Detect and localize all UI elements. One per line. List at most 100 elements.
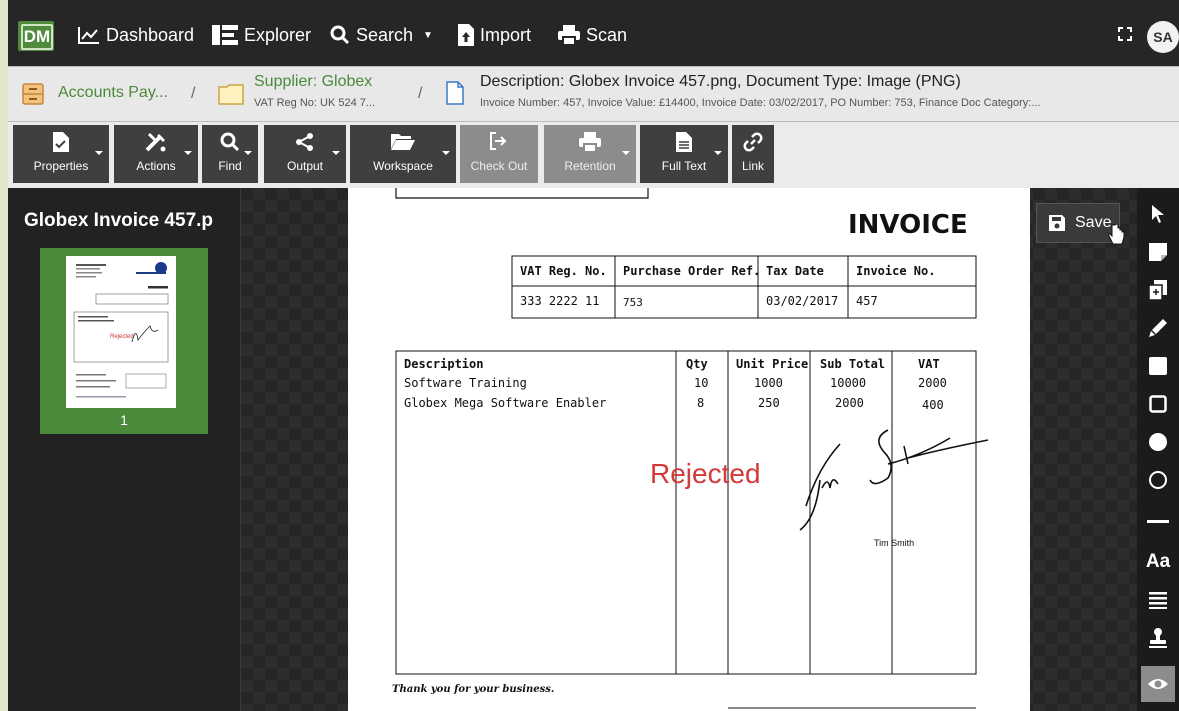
visibility-toggle[interactable] — [1141, 666, 1175, 702]
text-tool[interactable]: Aa — [1141, 544, 1175, 580]
chevron-down-icon — [332, 151, 340, 155]
rectangle-icon — [1149, 395, 1167, 413]
chevron-down-icon — [95, 151, 103, 155]
stamp-icon — [1149, 628, 1167, 648]
item-row-1-sub-total: 10000 — [830, 376, 867, 390]
nav-explorer-label: Explorer — [244, 24, 312, 45]
text-icon: Aa — [1145, 551, 1171, 572]
user-avatar[interactable]: SA — [1147, 21, 1179, 53]
find-label: Find — [218, 159, 242, 173]
check-out-label: Check Out — [470, 159, 528, 173]
item-row-2-qty: 8 — [697, 396, 705, 410]
tools-icon — [145, 132, 166, 152]
chevron-down-icon — [184, 151, 192, 155]
link-button[interactable]: Link — [732, 125, 774, 183]
line-icon — [1147, 520, 1169, 523]
actions-button[interactable]: Actions — [114, 125, 198, 183]
printer-icon — [558, 25, 580, 45]
app-window: DM Dashboard Explorer Search ▼ Import Sc… — [8, 0, 1179, 711]
info-header-invoice-no: Invoice No. — [856, 264, 936, 278]
tree-icon — [212, 25, 238, 45]
info-value-invoice-no: 457 — [856, 294, 878, 308]
full-text-button[interactable]: Full Text — [640, 125, 728, 183]
highlighter-icon — [1149, 319, 1167, 337]
item-row-2-unit-price: 250 — [758, 396, 780, 410]
filled-circle-tool[interactable] — [1141, 424, 1175, 460]
breadcrumb-root[interactable]: Accounts Pay... — [58, 84, 168, 102]
item-header-description: Description — [404, 357, 484, 371]
circle-tool[interactable] — [1141, 462, 1175, 498]
select-tool[interactable] — [1141, 196, 1175, 232]
expand-icon[interactable] — [1118, 27, 1132, 41]
eye-icon — [1148, 679, 1168, 689]
item-header-sub-total: Sub Total — [820, 357, 886, 371]
upload-file-icon — [458, 24, 474, 46]
link-icon — [743, 132, 763, 152]
copy-icon — [1149, 280, 1167, 300]
breadcrumb-description-sub: Invoice Number: 457, Invoice Value: £144… — [480, 97, 1041, 109]
page-number: 1 — [120, 412, 128, 428]
cabinet-icon — [22, 83, 44, 105]
workspace-button[interactable]: Workspace — [350, 125, 456, 183]
find-button[interactable]: Find — [202, 125, 258, 183]
rectangle-tool[interactable] — [1141, 386, 1175, 422]
link-label: Link — [741, 159, 764, 173]
filled-circle-icon — [1149, 433, 1167, 451]
nav-import[interactable]: Import — [458, 24, 531, 46]
filled-rectangle-icon — [1149, 357, 1167, 375]
share-icon — [296, 133, 313, 151]
folder-icon — [218, 84, 244, 105]
document-toolbar: Properties Actions Find Output Workspace… — [8, 122, 1179, 188]
invoice-footer: Thank you for your business. — [392, 684, 555, 695]
filled-rectangle-tool[interactable] — [1141, 348, 1175, 384]
document-viewer[interactable]: INVOICE VAT Reg. No. Purchase Order Ref.… — [241, 188, 1137, 711]
highlighter-tool[interactable] — [1141, 310, 1175, 346]
info-header-tax-date: Tax Date — [766, 264, 824, 278]
annotation-tools: Aa — [1137, 188, 1179, 711]
save-button[interactable]: Save — [1036, 203, 1125, 245]
item-row-2-description: Globex Mega Software Enabler — [404, 396, 607, 410]
signatory-name: Tim Smith — [874, 538, 915, 548]
logo-text: DM — [21, 24, 53, 50]
nav-explorer[interactable]: Explorer — [212, 24, 311, 46]
workspace-label: Workspace — [373, 159, 433, 173]
retention-button[interactable]: Retention — [544, 125, 636, 183]
sign-out-icon — [490, 132, 507, 150]
circle-icon — [1149, 471, 1167, 489]
line-tool[interactable] — [1141, 504, 1175, 540]
file-text-icon — [676, 132, 692, 152]
nav-scan[interactable]: Scan — [558, 24, 627, 46]
document-title: Globex Invoice 457.p — [24, 210, 214, 231]
invoice-title: INVOICE — [848, 210, 968, 240]
info-value-po-ref: 753 — [623, 296, 643, 309]
rejected-stamp[interactable]: Rejected — [650, 458, 761, 490]
copy-tool[interactable] — [1141, 272, 1175, 308]
output-button[interactable]: Output — [264, 125, 346, 183]
save-label: Save — [1075, 214, 1112, 231]
sticky-note-tool[interactable] — [1141, 234, 1175, 270]
nav-dashboard[interactable]: Dashboard — [78, 24, 194, 46]
retention-label: Retention — [564, 159, 616, 173]
nav-dashboard-label: Dashboard — [106, 24, 195, 45]
svg-text:Rejected: Rejected — [110, 334, 134, 340]
item-row-1-vat: 2000 — [918, 376, 947, 390]
breadcrumb-supplier[interactable]: Supplier: Globex — [254, 73, 372, 91]
info-header-po-ref: Purchase Order Ref. — [623, 264, 761, 278]
app-logo[interactable]: DM — [18, 21, 54, 51]
stamp-tool[interactable] — [1141, 620, 1175, 656]
properties-button[interactable]: Properties — [13, 125, 109, 183]
breadcrumb-description[interactable]: Description: Globex Invoice 457.png, Doc… — [480, 73, 961, 91]
item-header-unit-price: Unit Price — [736, 357, 809, 371]
page-thumbnail[interactable]: Rejected 1 — [40, 248, 208, 434]
nav-scan-label: Scan — [586, 24, 628, 45]
info-value-tax-date: 03/02/2017 — [766, 294, 839, 308]
check-out-button[interactable]: Check Out — [460, 125, 538, 183]
pointer-icon — [1152, 205, 1164, 223]
paragraph-tool[interactable] — [1141, 582, 1175, 618]
full-text-label: Full Text — [661, 159, 707, 173]
nav-import-label: Import — [480, 24, 532, 45]
page-thumbnail-panel: Globex Invoice 457.p Rejected 1 — [8, 188, 241, 711]
nav-search[interactable]: Search ▼ — [330, 24, 433, 46]
info-header-vat-reg: VAT Reg. No. — [520, 264, 607, 278]
file-icon — [446, 81, 464, 105]
